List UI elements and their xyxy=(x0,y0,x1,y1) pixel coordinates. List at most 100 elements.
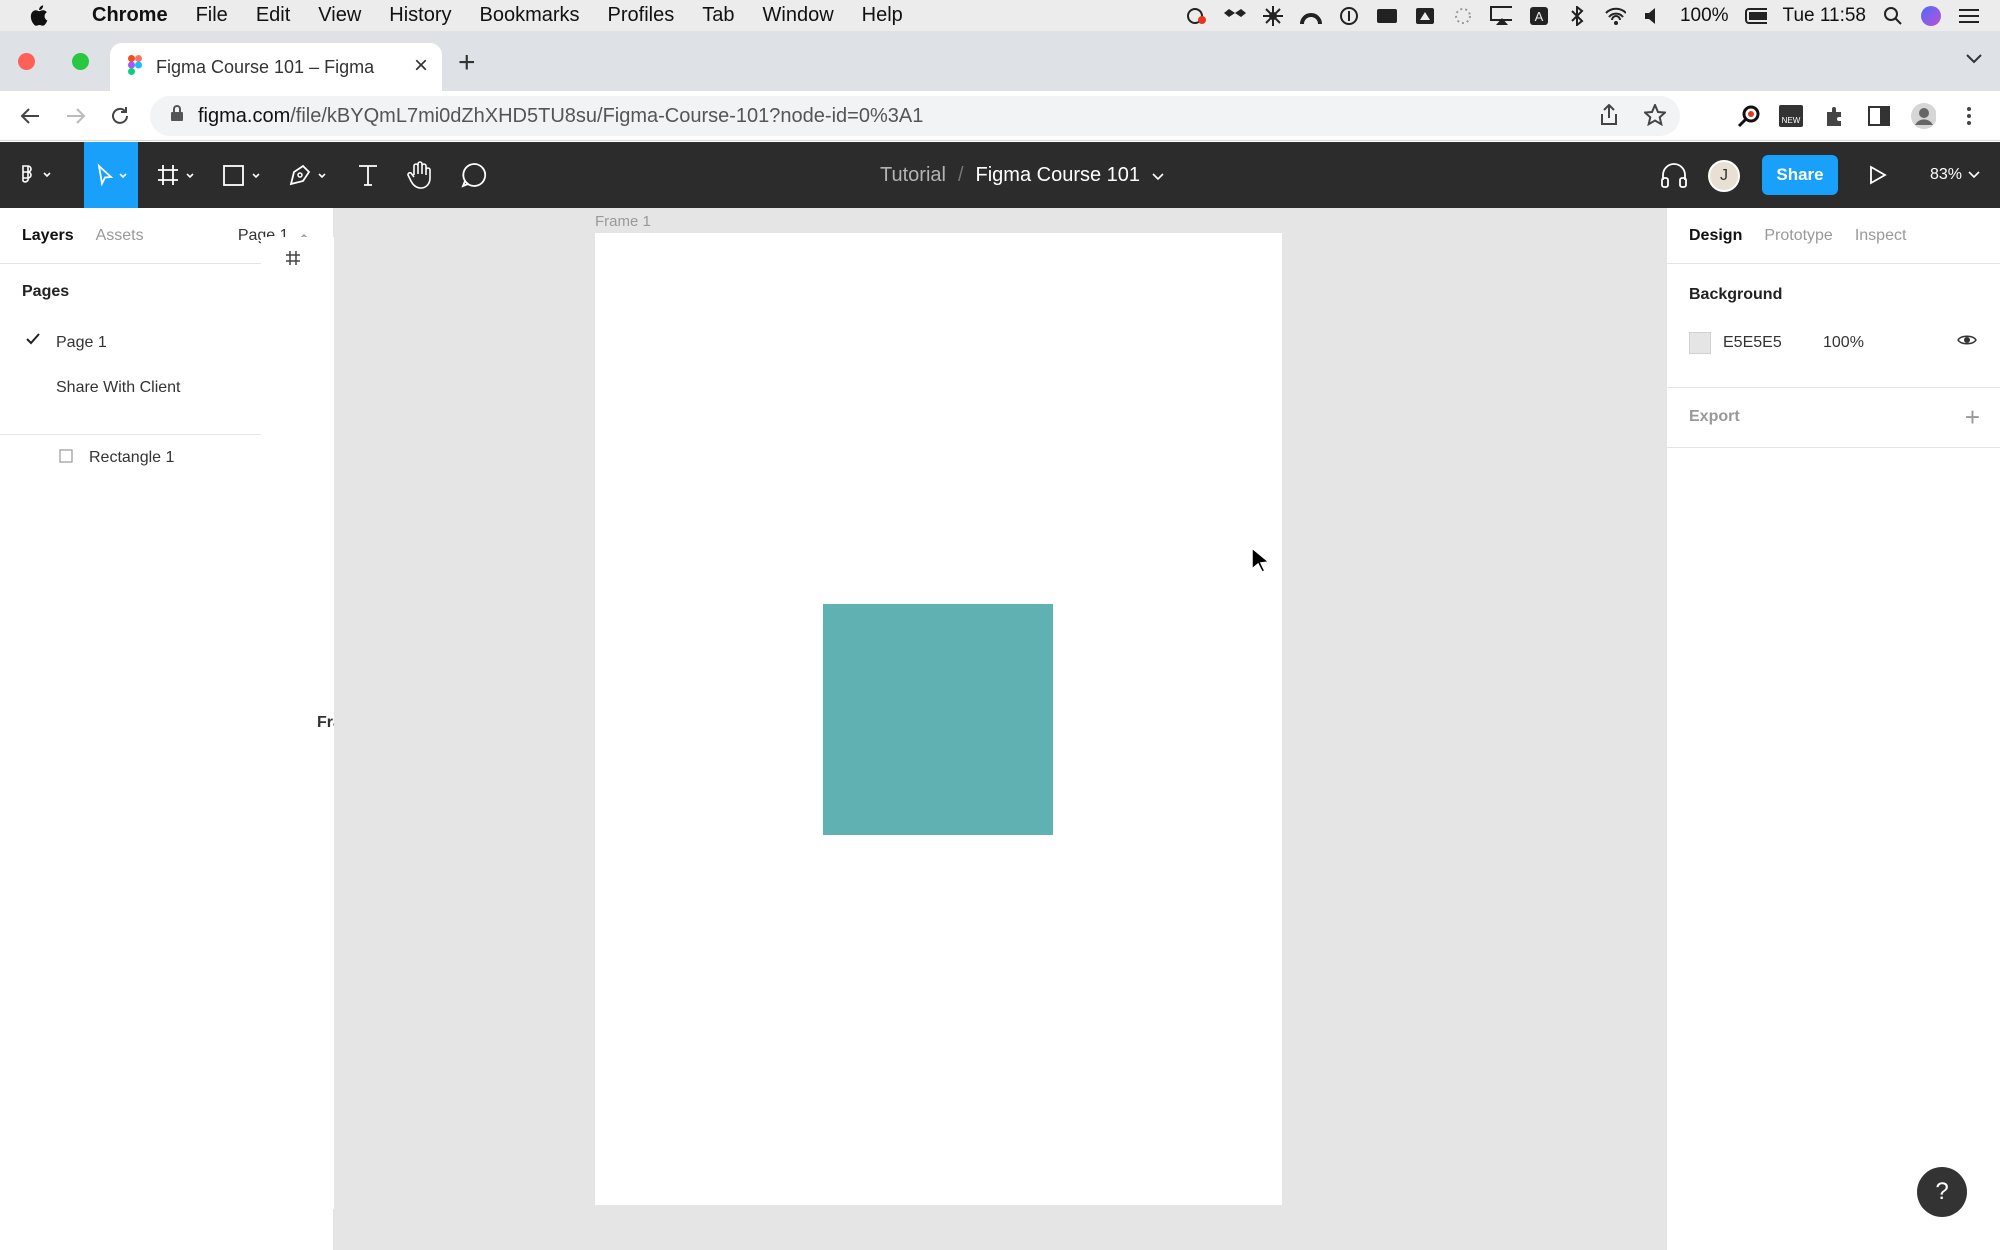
layers-panel: Layers Assets Page 1 Pages + Page 1 Shar… xyxy=(0,208,948,1250)
battery-icon[interactable] xyxy=(1744,6,1767,26)
share-page-icon[interactable] xyxy=(1600,103,1618,132)
figma-favicon-icon xyxy=(128,54,142,80)
page-item-label: Page 1 xyxy=(56,333,107,351)
tab-layers[interactable]: Layers xyxy=(22,227,74,245)
visibility-eye-icon[interactable] xyxy=(1957,333,1977,352)
new-tab-button[interactable]: + xyxy=(458,48,476,78)
svg-text:NEW: NEW xyxy=(1782,116,1801,125)
page-item-label: Share With Client xyxy=(56,378,181,396)
background-hex-input[interactable]: E5E5E5 xyxy=(1723,334,1782,352)
loading-icon[interactable] xyxy=(1452,6,1474,26)
properties-panel: Design Prototype Inspect Background E5E5… xyxy=(1666,208,2000,1250)
tab-close-icon[interactable]: × xyxy=(414,54,428,78)
menu-app-name[interactable]: Chrome xyxy=(78,4,182,27)
menu-view[interactable]: View xyxy=(304,4,375,27)
bi-icon[interactable] xyxy=(1376,6,1398,26)
tab-inspect[interactable]: Inspect xyxy=(1855,227,1907,245)
lock-icon[interactable] xyxy=(170,104,184,128)
user-avatar[interactable]: J xyxy=(1708,160,1740,192)
new-extension-icon[interactable]: NEW xyxy=(1778,103,1804,129)
window-close-button[interactable] xyxy=(18,53,35,70)
mac-menubar: Chrome File Edit View History Bookmarks … xyxy=(0,0,2000,31)
side-panel-icon[interactable] xyxy=(1866,103,1892,129)
arc-icon[interactable] xyxy=(1299,6,1322,26)
tab-design[interactable]: Design xyxy=(1689,227,1742,245)
bookmark-star-icon[interactable] xyxy=(1642,102,1668,132)
frame-1[interactable] xyxy=(595,233,1282,1205)
background-section: Background E5E5E5 100% xyxy=(1667,264,2000,388)
menu-file[interactable]: File xyxy=(182,4,242,27)
back-arrow-icon[interactable] xyxy=(16,102,44,130)
tab-prototype[interactable]: Prototype xyxy=(1764,227,1832,245)
password-key-icon[interactable] xyxy=(1736,103,1762,129)
background-color-swatch[interactable] xyxy=(1689,332,1711,354)
main-menu-figma-icon[interactable] xyxy=(12,142,60,208)
menu-history[interactable]: History xyxy=(375,4,465,27)
frame-name-label[interactable]: Frame 1 xyxy=(595,213,651,230)
dropbox-icon[interactable] xyxy=(1223,6,1246,26)
checkmark-icon xyxy=(26,332,40,350)
layer-rectangle-1[interactable]: Rectangle 1 xyxy=(0,435,333,480)
browser-tab-strip: Figma Course 101 – Figma × + xyxy=(0,31,2000,91)
export-section: Export + xyxy=(1667,388,2000,448)
comment-tool-icon[interactable] xyxy=(454,142,494,208)
share-button[interactable]: Share xyxy=(1762,155,1838,195)
reload-icon[interactable] xyxy=(106,102,134,130)
control-center-icon[interactable] xyxy=(1958,6,1980,26)
background-opacity-input[interactable]: 100% xyxy=(1823,334,1864,352)
pages-heading: Pages xyxy=(22,283,70,300)
chrome-menu-icon[interactable] xyxy=(1956,103,1982,129)
airplay-icon[interactable] xyxy=(1489,5,1512,26)
rectangle-1[interactable] xyxy=(823,604,1053,835)
menu-help[interactable]: Help xyxy=(848,4,917,27)
pen-tool-icon[interactable] xyxy=(284,142,334,208)
hand-tool-icon[interactable] xyxy=(400,142,440,208)
bluetooth-icon[interactable] xyxy=(1566,5,1588,26)
tab-search-chevron-icon[interactable] xyxy=(1966,51,1982,69)
zoom-dropdown[interactable]: 83% xyxy=(1930,142,1980,208)
menu-window[interactable]: Window xyxy=(749,4,848,27)
window-zoom-button[interactable] xyxy=(72,53,89,70)
tab-assets[interactable]: Assets xyxy=(96,227,144,245)
help-button[interactable]: ? xyxy=(1917,1167,1967,1217)
battery-percent: 100% xyxy=(1679,4,1729,26)
export-title: Export xyxy=(1689,408,1740,425)
mouse-cursor-icon xyxy=(1250,546,1272,579)
text-tool-icon[interactable] xyxy=(348,142,388,208)
profile-avatar-icon[interactable] xyxy=(1910,103,1936,129)
right-panel-tabs: Design Prototype Inspect xyxy=(1667,208,2000,264)
zoom-chevron-icon xyxy=(1968,166,1980,184)
drive-icon[interactable] xyxy=(1414,6,1436,26)
menu-profiles[interactable]: Profiles xyxy=(594,4,689,27)
design-canvas[interactable]: Frame 1 xyxy=(334,208,1666,1250)
extensions-puzzle-icon[interactable] xyxy=(1822,103,1848,129)
spotlight-search-icon[interactable] xyxy=(1882,6,1904,26)
frame-tool-icon[interactable] xyxy=(152,142,202,208)
apple-icon[interactable] xyxy=(0,5,78,26)
text-input-icon[interactable]: A xyxy=(1528,6,1550,26)
present-play-icon[interactable] xyxy=(1860,142,1896,208)
menu-bookmarks[interactable]: Bookmarks xyxy=(466,4,594,27)
file-name[interactable]: Figma Course 101 xyxy=(976,164,1141,187)
clock[interactable]: Tue 11:58 xyxy=(1783,5,1866,27)
wifi-icon[interactable] xyxy=(1604,6,1626,26)
project-name[interactable]: Tutorial xyxy=(880,164,946,187)
creative-cloud-icon[interactable] xyxy=(1186,6,1208,26)
address-bar[interactable]: figma.com/file/kBYQmL7mi0dZhXHD5TU8su/Fi… xyxy=(150,96,1680,136)
gear-sun-icon[interactable] xyxy=(1262,5,1284,26)
menu-edit[interactable]: Edit xyxy=(242,4,304,27)
siri-icon[interactable] xyxy=(1920,5,1942,26)
file-menu-chevron-icon[interactable] xyxy=(1152,164,1164,187)
url-domain: figma.com xyxy=(198,104,291,127)
onepassword-icon[interactable] xyxy=(1338,6,1360,26)
browser-tab-active[interactable]: Figma Course 101 – Figma × xyxy=(110,43,442,91)
volume-icon[interactable] xyxy=(1642,6,1664,26)
audio-headphones-icon[interactable] xyxy=(1652,142,1696,208)
forward-arrow-icon[interactable] xyxy=(62,102,90,130)
move-tool-icon[interactable] xyxy=(84,142,138,208)
zoom-level: 83% xyxy=(1930,166,1963,183)
menu-tab[interactable]: Tab xyxy=(688,4,748,27)
background-title: Background xyxy=(1689,286,1783,303)
add-export-plus-icon[interactable]: + xyxy=(1965,402,1980,433)
shape-rectangle-tool-icon[interactable] xyxy=(218,142,268,208)
